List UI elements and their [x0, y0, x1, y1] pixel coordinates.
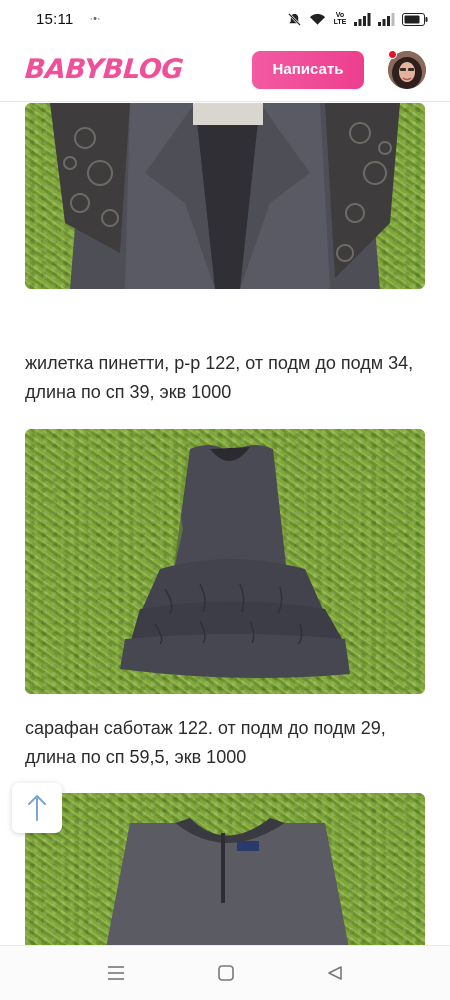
- wifi-icon: [309, 13, 326, 25]
- mute-bell-icon: [288, 12, 301, 26]
- notification-icon: ·•·: [89, 13, 101, 25]
- battery-icon: [402, 12, 428, 26]
- write-button[interactable]: Написать: [252, 50, 364, 89]
- post-photo-dress[interactable]: [25, 793, 425, 953]
- menu-icon[interactable]: [107, 965, 125, 981]
- system-nav-bar: [0, 945, 450, 1000]
- volte-icon: Vo LTE: [333, 12, 347, 26]
- babyblog-logo[interactable]: BABYBLOG: [24, 54, 184, 85]
- notification-dot: [388, 49, 397, 59]
- post-photo-vest[interactable]: [25, 103, 425, 289]
- signal-icon-2: [378, 12, 395, 26]
- signal-icon-1: [354, 12, 371, 26]
- home-square-icon[interactable]: [218, 965, 234, 981]
- post-photo-sundress[interactable]: [25, 429, 425, 694]
- arrow-up-icon: [28, 795, 46, 821]
- status-time: 15:11: [36, 10, 74, 28]
- post-caption: жилетка пинетти, р-р 122, от подм до под…: [25, 353, 414, 402]
- user-avatar-button[interactable]: [388, 49, 426, 89]
- scroll-up-button[interactable]: [12, 783, 62, 833]
- back-triangle-icon[interactable]: [327, 965, 343, 981]
- app-header: BABYBLOG Написать: [0, 38, 450, 102]
- status-bar: 15:11 ·•· Vo LTE: [0, 0, 450, 38]
- post-caption: сарафан саботаж 122. от подм до подм 29,…: [25, 718, 386, 767]
- status-icons: Vo LTE: [287, 12, 428, 27]
